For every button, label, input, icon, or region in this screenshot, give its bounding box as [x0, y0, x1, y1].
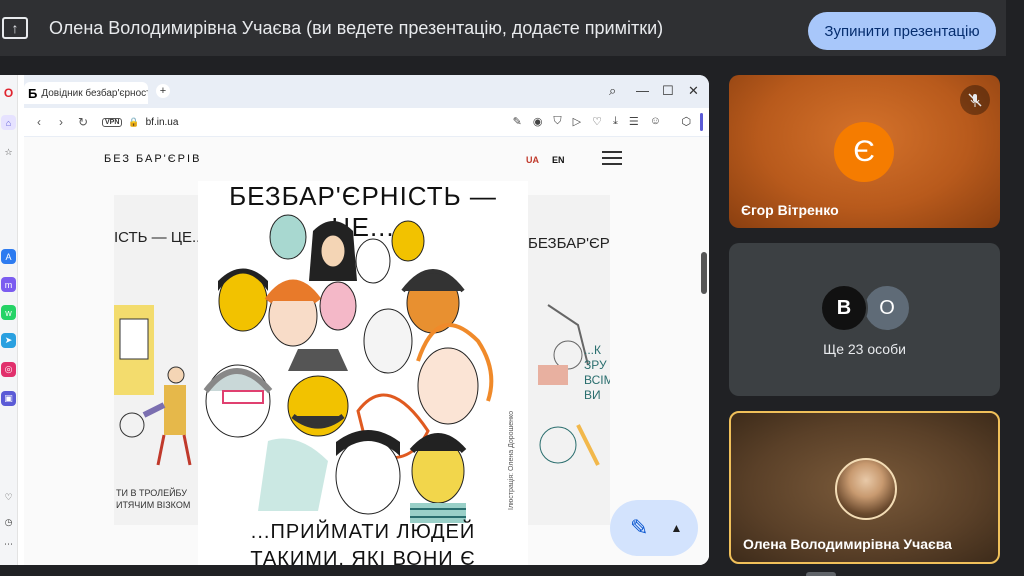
poster-left-caption: ТИ В ТРОЛЕЙБУ ИТЯЧИМ ВІЗКОМ [116, 487, 190, 511]
poster-right[interactable]: БЕЗБАР'ЄР ...К ЗРУ ВСІМ ВИ [528, 195, 610, 525]
heart-icon[interactable]: ♡ [1, 490, 16, 505]
site-logo[interactable]: БЕЗ БАР'ЄРІВ [104, 153, 201, 165]
play-icon[interactable]: ▷ [573, 115, 581, 128]
url-input[interactable]: bf.in.ua [146, 117, 179, 128]
messenger-icon[interactable]: m [1, 277, 16, 292]
opera-sidebar: O ⌂ ☆ A m w ➤ ◎ ▣ ♡ ◷ ⋯ [0, 75, 18, 565]
cube-icon[interactable]: ⬡ [681, 115, 691, 128]
avatar [835, 458, 897, 520]
heart-icon[interactable]: ♡ [592, 115, 602, 128]
sidebar-toggle[interactable] [700, 113, 703, 131]
telegram-icon[interactable]: ➤ [1, 333, 16, 348]
poster-bottom-line-2: ТАКИМИ, ЯКІ ВОНИ Є [250, 548, 476, 565]
presenting-bar: ↑ Олена Володимирівна Учаєва (ви ведете … [0, 0, 1006, 56]
stop-presenting-button[interactable]: Зупинити презентацію [808, 12, 996, 50]
profile-icon[interactable]: ☺ [650, 115, 661, 128]
tab-bar: Б Довідник безбар'єрності + ⌕ — ☐ ✕ [24, 75, 709, 107]
faces-illustration [203, 214, 494, 523]
pen-icon: ✎ [630, 515, 649, 540]
mic-off-icon [960, 85, 990, 115]
whatsapp-icon[interactable]: w [1, 305, 16, 320]
more-icon[interactable]: ⋯ [1, 537, 16, 552]
vpn-badge[interactable]: VPN [102, 117, 123, 127]
avatar: В [820, 284, 868, 332]
settings-icon[interactable]: ☰ [629, 115, 639, 128]
poster-right-text: ...К ЗРУ ВСІМ ВИ [584, 343, 610, 402]
download-icon[interactable]: ⤓ [613, 115, 618, 128]
minimize-icon[interactable]: — [636, 83, 649, 98]
tab-favicon: Б [28, 85, 38, 101]
poster-main[interactable]: БЕЗБАР'ЄРНІСТЬ — ЦЕ... Ілюстрація: Олена… [198, 181, 528, 565]
illustration-credit: Ілюстрація: Олена Дорошенко [508, 411, 515, 510]
history-icon[interactable]: ◷ [1, 515, 16, 530]
avatar: О [863, 284, 911, 332]
tab-title: Довідник безбар'єрності [41, 87, 148, 99]
avatar: Є [834, 122, 894, 182]
scrollbar-thumb[interactable] [701, 252, 707, 294]
opera-logo-icon[interactable]: O [1, 85, 16, 100]
browser-window: Б Довідник безбар'єрності + ⌕ — ☐ ✕ ‹ › … [24, 75, 709, 565]
maximize-icon[interactable]: ☐ [662, 83, 674, 99]
forward-icon[interactable]: › [50, 115, 72, 129]
edit-icon[interactable]: ✎ [513, 115, 522, 128]
poster-bottom-line-1: ...ПРИЙМАТИ ЛЮДЕЙ [250, 521, 476, 543]
poster-left[interactable]: ІСТЬ — ЦЕ... ТИ В ТРОЛЕЙБУ ИТЯЧИМ ВІЗКОМ [114, 195, 198, 525]
home-icon[interactable]: ⌂ [1, 115, 16, 130]
menu-icon[interactable] [602, 151, 622, 165]
lang-en-link[interactable]: EN [552, 155, 565, 165]
caption-line-2: ИТЯЧИМ ВІЗКОМ [116, 500, 191, 510]
back-icon[interactable]: ‹ [28, 115, 50, 129]
participant-tile-olena[interactable]: Олена Володимирівна Учаєва [729, 411, 1000, 564]
annotate-button[interactable]: ✎ ▲ [610, 500, 698, 556]
shared-screen: O ⌂ ☆ A m w ➤ ◎ ▣ ♡ ◷ ⋯ Б Довідник безба… [0, 75, 709, 565]
lang-ua-link[interactable]: UA [526, 155, 539, 165]
participant-name: Олена Володимирівна Учаєва [743, 536, 952, 552]
camera-icon[interactable]: ◉ [533, 115, 543, 128]
new-tab-button[interactable]: + [156, 84, 170, 98]
poster-left-illustration [114, 305, 192, 466]
search-icon[interactable]: ⌕ [609, 83, 616, 99]
caption-line-1: ТИ В ТРОЛЕЙБУ [116, 488, 187, 498]
poster-bottom-text: ...ПРИЙМАТИ ЛЮДЕЙ ТАКИМИ, ЯКІ ВОНИ Є [198, 519, 528, 565]
reload-icon[interactable]: ↻ [72, 115, 94, 129]
tab-accessibility-guide[interactable]: Б Довідник безбар'єрності [24, 82, 148, 104]
participant-name: Єгор Вітренко [741, 202, 839, 218]
more-participants-label: Ще 23 особи [823, 341, 906, 357]
shield-icon[interactable]: ⛉ [553, 115, 561, 128]
instagram-icon[interactable]: ◎ [1, 362, 16, 377]
web-page: БЕЗ БАР'ЄРІВ UA EN ІСТЬ — ЦЕ... ТИ В ТРО… [24, 137, 709, 565]
participant-tile-yehor[interactable]: Є Єгор Вітренко [729, 75, 1000, 228]
scroll-indicator [806, 572, 836, 576]
lock-icon[interactable]: 🔒 [128, 117, 139, 128]
extension-icon[interactable]: ▣ [1, 391, 16, 406]
aria-icon[interactable]: A [1, 249, 16, 264]
address-actions: ✎ ◉ ⛉ ▷ ♡ ⤓ ☰ ☺ [513, 115, 661, 128]
address-bar: ‹ › ↻ VPN 🔒 bf.in.ua ✎ ◉ ⛉ ▷ ♡ ⤓ ☰ ☺ ⬡ [24, 108, 709, 136]
presenting-status: Олена Володимирівна Учаєва (ви ведете пр… [49, 17, 664, 38]
present-to-all-icon: ↑ [2, 17, 28, 39]
star-icon[interactable]: ☆ [1, 145, 16, 160]
close-icon[interactable]: ✕ [688, 83, 699, 99]
caret-up-icon[interactable]: ▲ [670, 521, 682, 535]
participant-tile-others[interactable]: В О Ще 23 особи [729, 243, 1000, 396]
